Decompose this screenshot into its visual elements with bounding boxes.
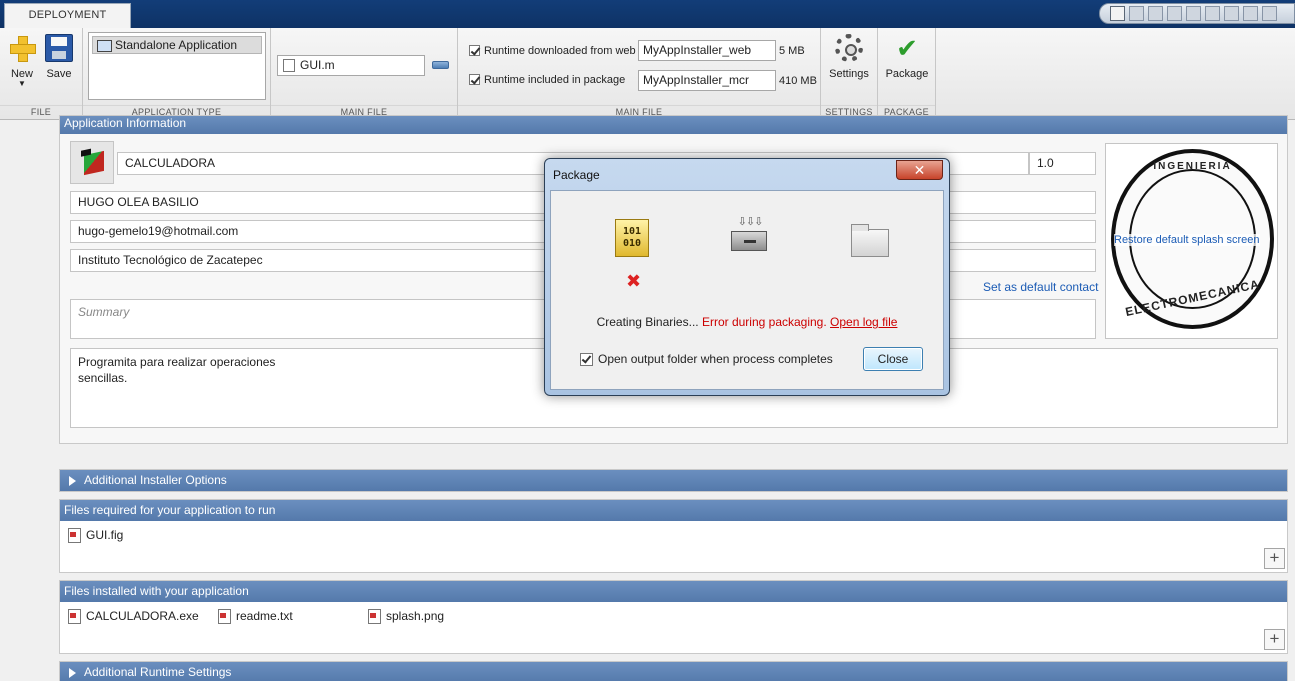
app-cube-icon <box>84 150 104 176</box>
error-text: Error during packaging. <box>701 315 827 329</box>
quick-switch-icon[interactable] <box>1243 6 1258 21</box>
quick-access-toolbar <box>1099 3 1295 24</box>
runtime-mcr-input[interactable]: MyAppInstaller_mcr <box>638 70 776 91</box>
save-disk-icon <box>45 34 73 62</box>
required-files-header: Files required for your application to r… <box>60 500 1287 521</box>
app-type-list[interactable]: Standalone Application <box>88 32 266 100</box>
runtime-web-checkbox[interactable] <box>469 45 480 56</box>
installed-files-header: Files installed with your application <box>60 581 1287 602</box>
section-settings: Settings SETTINGS <box>821 28 878 120</box>
quick-new-icon[interactable] <box>1110 6 1125 21</box>
down-arrows-icon: ⇩⇩⇩ <box>737 216 764 228</box>
app-icon-tile[interactable] <box>70 141 114 184</box>
runtime-mcr-checkbox[interactable] <box>469 74 480 85</box>
plus-icon <box>8 34 36 62</box>
installed-files-panel: Files installed with your application CA… <box>59 580 1288 654</box>
restore-splash-link[interactable]: Restore default splash screen <box>1114 234 1260 246</box>
set-default-contact-link[interactable]: Set as default contact <box>983 280 1098 294</box>
close-button[interactable]: Close <box>863 347 923 371</box>
open-log-file-link[interactable]: Open log file <box>830 315 897 329</box>
installer-options-header[interactable]: Additional Installer Options <box>60 470 1287 491</box>
add-required-file-button[interactable]: + <box>1264 548 1285 569</box>
required-file-item[interactable]: GUI.fig <box>66 527 123 543</box>
package-dialog: Package ✕ 101 010 ✖ ⇩⇩⇩ Creating Binarie… <box>544 158 950 396</box>
add-installed-file-button[interactable]: + <box>1264 629 1285 650</box>
remove-main-file-button[interactable] <box>432 61 449 69</box>
package-button[interactable]: ✔ Package <box>885 34 929 80</box>
dialog-close-x-button[interactable]: ✕ <box>896 160 943 180</box>
quick-save-icon[interactable] <box>1129 6 1144 21</box>
checkmark-icon: ✔ <box>896 33 918 63</box>
package-drawer-icon <box>731 231 767 251</box>
required-files-list: GUI.fig + <box>60 521 1287 572</box>
quick-paste-icon[interactable] <box>1186 6 1201 21</box>
chevron-down-icon: ▼ <box>18 79 26 88</box>
binary-file-icon: 101 010 <box>615 219 649 257</box>
runtime-web-input[interactable]: MyAppInstaller_web <box>638 40 776 61</box>
main-file-entry[interactable]: GUI.m <box>277 55 425 76</box>
error-x-icon: ✖ <box>626 271 642 291</box>
runtime-settings-panel: Additional Runtime Settings <box>59 661 1288 681</box>
toolstrip: New ▼ Save FILE APPLICATION TYPE Standal… <box>0 28 1295 120</box>
runtime-mcr-option[interactable]: Runtime included in package <box>469 69 625 90</box>
package-label: Package <box>885 68 929 80</box>
status-line: Creating Binaries... Error during packag… <box>551 315 943 329</box>
section-package: ✔ Package PACKAGE <box>878 28 936 120</box>
required-files-panel: Files required for your application to r… <box>59 499 1288 573</box>
gear-icon <box>835 34 863 62</box>
save-label: Save <box>46 68 72 80</box>
title-bar: DEPLOYMENT <box>0 0 1295 28</box>
status-text: Creating Binaries... <box>596 315 699 329</box>
splash-screen[interactable]: INGENIERIA ELECTROMECANICA Restore defau… <box>1105 143 1278 339</box>
settings-label: Settings <box>829 68 869 80</box>
quick-cut-icon[interactable] <box>1148 6 1163 21</box>
app-type-standalone[interactable]: Standalone Application <box>92 36 262 54</box>
open-output-folder-label: Open output folder when process complete… <box>598 352 833 366</box>
folder-icon <box>851 224 889 257</box>
runtime-mcr-label: Runtime included in package <box>484 73 626 86</box>
installed-file-item[interactable]: CALCULADORA.exe <box>66 608 199 624</box>
quick-redo-icon[interactable] <box>1224 6 1239 21</box>
tab-deployment[interactable]: DEPLOYMENT <box>4 3 131 28</box>
installed-file-item[interactable]: readme.txt <box>216 608 293 624</box>
installed-files-list: CALCULADORA.exe readme.txt splash.png + <box>60 602 1287 653</box>
open-output-folder-checkbox[interactable] <box>580 352 593 366</box>
app-info-header: Application Information <box>60 116 1287 134</box>
save-button[interactable]: Save <box>37 34 81 80</box>
runtime-mcr-size: 410 MB <box>779 75 817 87</box>
runtime-settings-header[interactable]: Additional Runtime Settings <box>60 662 1287 681</box>
installed-file-item[interactable]: splash.png <box>366 608 444 624</box>
dialog-title: Package <box>553 168 600 182</box>
quick-help-icon[interactable] <box>1262 6 1277 21</box>
runtime-web-label: Runtime downloaded from web <box>484 44 636 57</box>
section-file: New ▼ Save FILE <box>0 28 83 120</box>
open-output-folder-option[interactable]: Open output folder when process complete… <box>580 352 833 366</box>
version-field[interactable]: 1.0 <box>1029 152 1096 175</box>
runtime-web-size: 5 MB <box>779 45 805 57</box>
package-box-icon: ⇩⇩⇩ <box>731 217 769 257</box>
main-file-name: GUI.m <box>300 58 335 72</box>
settings-button[interactable]: Settings <box>827 34 871 80</box>
runtime-web-option[interactable]: Runtime downloaded from web <box>469 40 636 61</box>
quick-undo-icon[interactable] <box>1205 6 1220 21</box>
quick-copy-icon[interactable] <box>1167 6 1182 21</box>
m-file-icon <box>283 59 295 72</box>
dialog-body: 101 010 ✖ ⇩⇩⇩ Creating Binaries... Error… <box>550 190 944 390</box>
installer-options-panel: Additional Installer Options <box>59 469 1288 492</box>
